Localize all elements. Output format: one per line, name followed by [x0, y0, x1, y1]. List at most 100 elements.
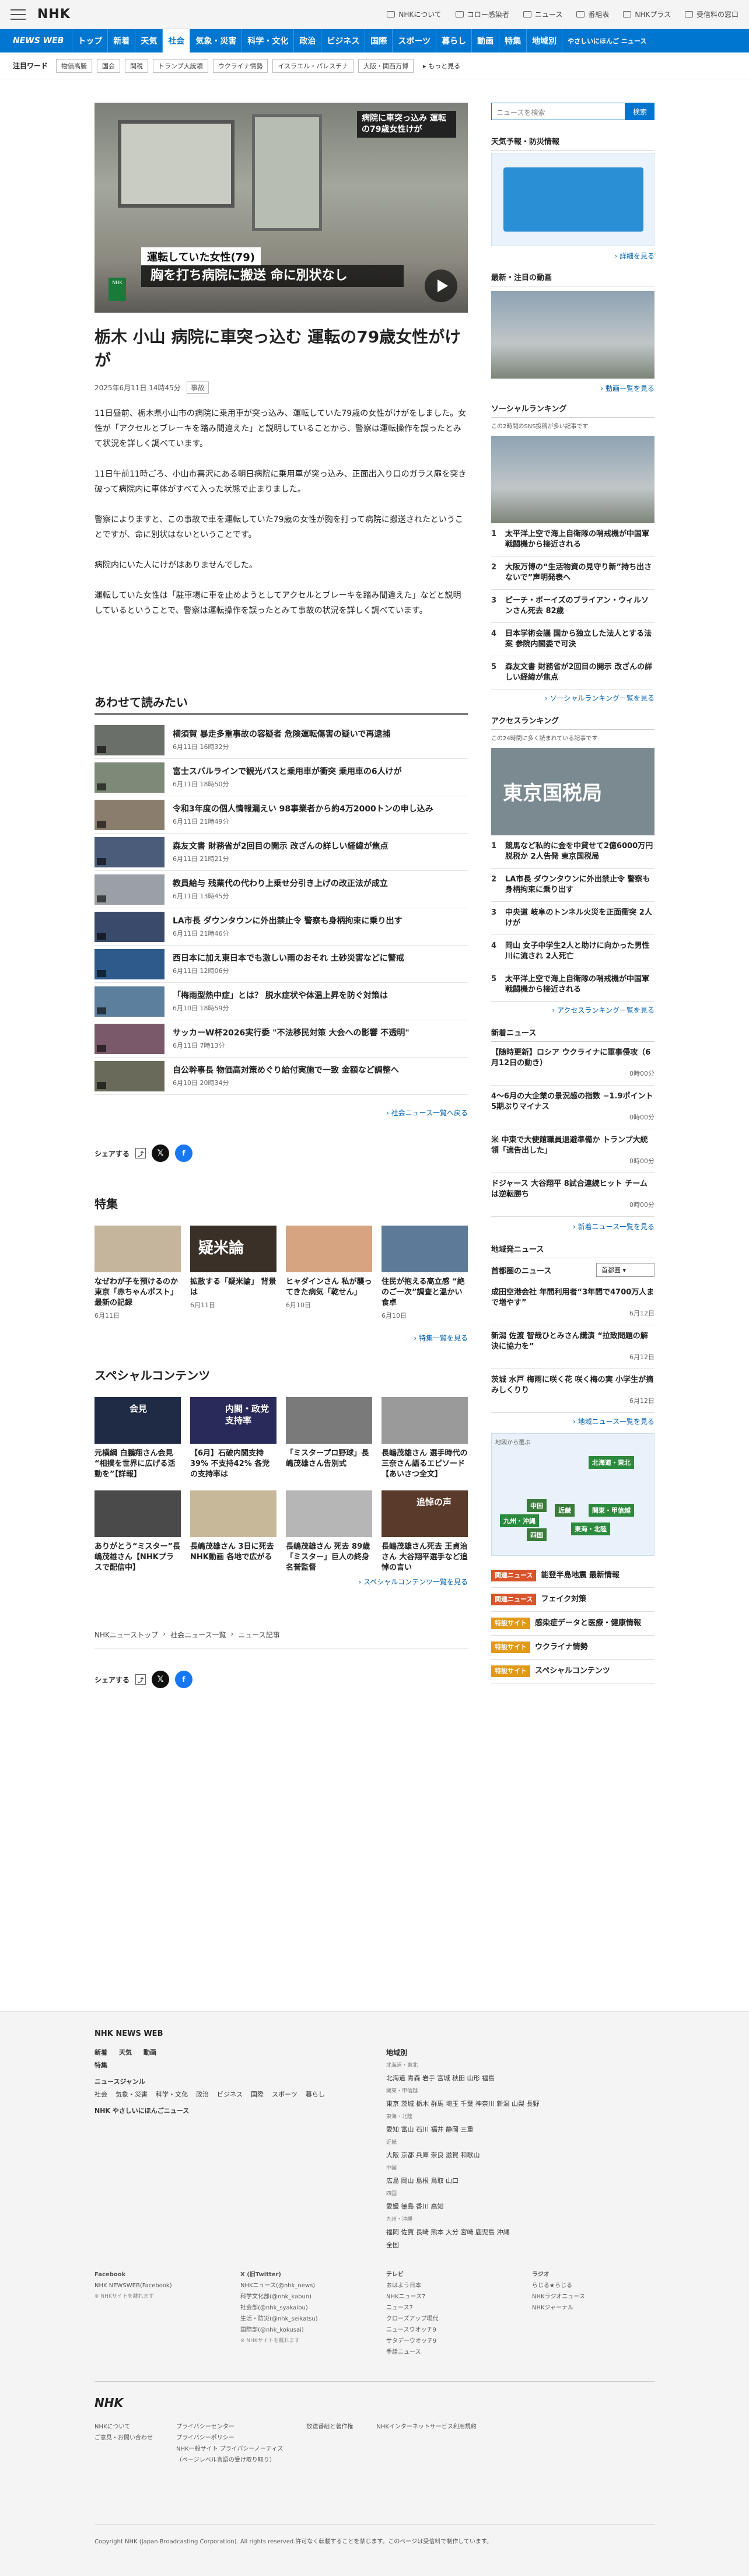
- nav-item-active[interactable]: 社会: [162, 29, 190, 52]
- new-news-item[interactable]: ドジャース 大谷翔平 8試合連続ヒット チームは逆転勝ち 0時00分: [491, 1173, 654, 1217]
- footer-region-link[interactable]: 大阪 京都 兵庫 奈良 滋賀 和歌山: [386, 2149, 620, 2162]
- share-icon[interactable]: ⤴: [135, 1148, 146, 1158]
- access-rank-item[interactable]: 2 LA市長 ダウンタウンに外出禁止令 警察も身柄拘束に乗り出す: [491, 869, 654, 902]
- social-rank-item[interactable]: 2 大阪万博の“生活物資の見守り新”持ち出さないで”声明発表へ: [491, 556, 654, 590]
- footer-tv-link[interactable]: ニュースウオッチ9: [386, 2325, 532, 2336]
- play-icon[interactable]: [425, 270, 457, 302]
- related-item[interactable]: 西日本に加え東日本でも激しい雨のおそれ 土砂災害などに警戒 6月11日 12時06…: [94, 946, 468, 983]
- special-link-item[interactable]: 特設サイト 感染症データと医療・健康情報: [491, 1612, 654, 1636]
- special-link-item[interactable]: 特設サイト スペシャルコンテンツ: [491, 1660, 654, 1684]
- local-more-link[interactable]: › 地域ニュース一覧を見る: [491, 1416, 654, 1426]
- footer-region-link[interactable]: 愛知 富山 石川 福井 静岡 三重: [386, 2123, 620, 2136]
- related-item[interactable]: 「梅雨型熱中症」とは？ 脱水症状や体温上昇を防ぐ対策は 6月10日 18時59分: [94, 983, 468, 1020]
- region-button[interactable]: 北海道・東北: [589, 1456, 634, 1469]
- nav-item[interactable]: 国際: [365, 29, 392, 52]
- footer-region-link[interactable]: 東京 茨城 栃木 群馬 埼玉 千葉 神奈川 新潟 山梨 長野: [386, 2098, 620, 2110]
- weather-map[interactable]: [491, 153, 654, 246]
- footer-link[interactable]: 放送番組と著作権: [306, 2421, 353, 2466]
- menu-icon[interactable]: [10, 9, 26, 20]
- footer-tv-link[interactable]: ニュース7: [386, 2302, 532, 2314]
- footer-x-link[interactable]: 国際部(@nhk_kokusai): [240, 2325, 386, 2336]
- footer-x-link[interactable]: 社会部(@nhk_syakaibu): [240, 2302, 386, 2314]
- tag-item[interactable]: 大阪・関西万博: [358, 58, 414, 73]
- footer-region-link[interactable]: 福岡 佐賀 長崎 熊本 大分 宮崎 鹿児島 沖縄: [386, 2226, 620, 2239]
- access-rank-item[interactable]: 1 競馬など私的に金を中貸せて2億6000万円脱税か 2人告発 東京国税局: [491, 835, 654, 869]
- related-item[interactable]: LA市長 ダウンタウンに外出禁止令 警察も身柄拘束に乗り出す 6月11日 21時4…: [94, 908, 468, 946]
- facebook-icon[interactable]: f: [175, 1144, 193, 1162]
- nav-item[interactable]: 動画: [471, 29, 499, 52]
- footer-genre-link[interactable]: 政治: [196, 2088, 209, 2101]
- footer-region-link[interactable]: 愛媛 徳島 香川 高知: [386, 2200, 620, 2213]
- nav-item-easy-japanese[interactable]: やさしいにほんご ニュース: [562, 29, 646, 52]
- nav-item[interactable]: 気象・災害: [190, 29, 242, 52]
- social-rank-item[interactable]: 4 日本学術会議 国から独立した法人とする法案 参院内閣委で可決: [491, 623, 654, 656]
- special-link-item[interactable]: 関連ニュース 能登半島地震 最新情報: [491, 1564, 654, 1588]
- footer-link[interactable]: NHK一般サイト プライバシーノーティス: [176, 2444, 283, 2455]
- top-link[interactable]: NHKプラス: [623, 9, 671, 19]
- special-card[interactable]: 「ミスタープロ野球」長嶋茂雄さん告別式: [286, 1397, 372, 1480]
- footer-radio-link[interactable]: らじる★らじる: [532, 2280, 654, 2291]
- tokushu-more-link[interactable]: › 特集一覧を見る: [94, 1333, 468, 1343]
- footer-x-link[interactable]: 生活・防災(@nhk_seikatsu): [240, 2314, 386, 2325]
- social-rank-item[interactable]: 1 太平洋上空で海上自衛隊の哨戒機が中国軍戦闘機から接近される: [491, 523, 654, 556]
- tag-item[interactable]: 物価高騰: [56, 58, 93, 73]
- special-card[interactable]: 長嶋茂雄さん 選手時代の三奈さん語るエピソード【あいさつ全文】: [382, 1397, 468, 1480]
- footer-link[interactable]: NHK NEWSWEB(Facebook): [94, 2280, 240, 2291]
- top-link[interactable]: 番組表: [576, 9, 609, 19]
- footer-tv-link[interactable]: NHKニュース7: [386, 2291, 532, 2302]
- nav-item[interactable]: スポーツ: [392, 29, 436, 52]
- related-more-link[interactable]: › 社会ニュース一覧へ戻る: [94, 1108, 468, 1118]
- region-button[interactable]: 四国: [527, 1528, 547, 1541]
- footer-link[interactable]: 動画: [144, 2046, 156, 2059]
- footer-genre-link[interactable]: 国際: [251, 2088, 264, 2101]
- related-item[interactable]: 教員給与 残業代の代わり上乗せ分引き上げの改正法が成立 6月11日 13時45分: [94, 871, 468, 908]
- x-icon[interactable]: 𝕏: [152, 1144, 170, 1162]
- footer-radio-link[interactable]: NHKラジオニュース: [532, 2291, 654, 2302]
- region-button[interactable]: 東海・北陸: [571, 1522, 610, 1535]
- article-category[interactable]: 事故: [186, 382, 209, 394]
- footer-genre-link[interactable]: 気象・災害: [116, 2088, 148, 2101]
- access-thumbnail[interactable]: 東京国税局: [491, 748, 654, 835]
- share-icon[interactable]: ⤴: [135, 1674, 146, 1685]
- access-rank-item[interactable]: 5 太平洋上空で海上自衛隊の哨戒機が中国軍戦闘機から接近される: [491, 968, 654, 1002]
- footer-radio-link[interactable]: NHKジャーナル: [532, 2302, 654, 2314]
- breadcrumb-item[interactable]: 社会ニュース一覧: [170, 1630, 226, 1640]
- footer-genre-link[interactable]: 科学・文化: [156, 2088, 188, 2101]
- tokushu-card[interactable]: 住民が抱える高立感 “絶のご一次”調査と温かい食卓 6月10日: [382, 1226, 468, 1320]
- facebook-icon[interactable]: f: [175, 1671, 193, 1688]
- special-card[interactable]: 追悼の声 長嶋茂雄さん死去 王貞治さん 大谷翔平選手など追悼の言い: [382, 1490, 468, 1573]
- footer-tv-link[interactable]: サタデーウオッチ9: [386, 2336, 532, 2347]
- x-icon[interactable]: 𝕏: [152, 1671, 170, 1688]
- footer-x-link[interactable]: 科学文化部(@nhk_kabun): [240, 2291, 386, 2302]
- nhk-logo[interactable]: NHK: [37, 7, 71, 22]
- area-select[interactable]: 首都圏 ▾: [596, 1263, 654, 1277]
- nav-item[interactable]: 地域別: [526, 29, 562, 52]
- region-button[interactable]: 近畿: [555, 1504, 575, 1517]
- tokushu-card[interactable]: 疑米論 拡散する「疑米論」 背景は 6月11日: [190, 1226, 276, 1320]
- special-link-item[interactable]: 特設サイト ウクライナ情勢: [491, 1636, 654, 1660]
- tokushu-card[interactable]: なぜわが子を預けるのか 東京「赤ちゃんポスト」 最新の記録 6月11日: [94, 1226, 181, 1320]
- region-button[interactable]: 九州・沖縄: [500, 1514, 539, 1527]
- region-button[interactable]: 中国: [527, 1499, 547, 1512]
- footer-region-link[interactable]: 北海道 青森 岩手 宮城 秋田 山形 福島: [386, 2072, 620, 2085]
- related-item[interactable]: サッカーW杯2026実行委 "不法移民対策 大会への影響 不透明" 6月11日 7…: [94, 1020, 468, 1058]
- nav-item[interactable]: 特集: [499, 29, 526, 52]
- related-item[interactable]: 令和3年度の個人情報漏えい 98事業者から約4万2000トンの申し込み 6月11日…: [94, 796, 468, 834]
- footer-genre-link[interactable]: ビジネス: [217, 2088, 243, 2101]
- region-button[interactable]: 関東・甲信越: [589, 1504, 634, 1517]
- footer-link[interactable]: NHKについて: [94, 2421, 153, 2432]
- footer-x-link[interactable]: NHKニュース(@nhk_news): [240, 2280, 386, 2291]
- local-news-item[interactable]: 新潟 佐渡 智哉ひとみさん講演 “拉致問題の解決に協力を” 6月12日: [491, 1325, 654, 1369]
- search-button[interactable]: 検索: [625, 103, 654, 120]
- top-link[interactable]: 受信料の窓口: [684, 9, 738, 19]
- tag-item[interactable]: イスラエル・パレスチナ: [272, 58, 354, 73]
- top-link[interactable]: ニュース: [523, 9, 562, 19]
- video-more-link[interactable]: › 動画一覧を見る: [491, 383, 654, 393]
- special-card[interactable]: 長嶋茂雄さん 死去 89歳 「ミスター」巨人の終身名誉監督: [286, 1490, 372, 1573]
- tag-item[interactable]: トランプ大統領: [153, 58, 208, 73]
- related-item[interactable]: 自公幹事長 物価高対策めぐり給付実施で一致 金額など調整へ 6月10日 20時34…: [94, 1058, 468, 1095]
- special-card[interactable]: 長嶋茂雄さん 3日に死去 NHK動画 各地で広がる: [190, 1490, 276, 1573]
- nav-item[interactable]: 天気: [135, 29, 162, 52]
- footer-link[interactable]: NHK やさしいにほんごニュース: [94, 2105, 386, 2118]
- footer-link[interactable]: 新着: [94, 2046, 107, 2059]
